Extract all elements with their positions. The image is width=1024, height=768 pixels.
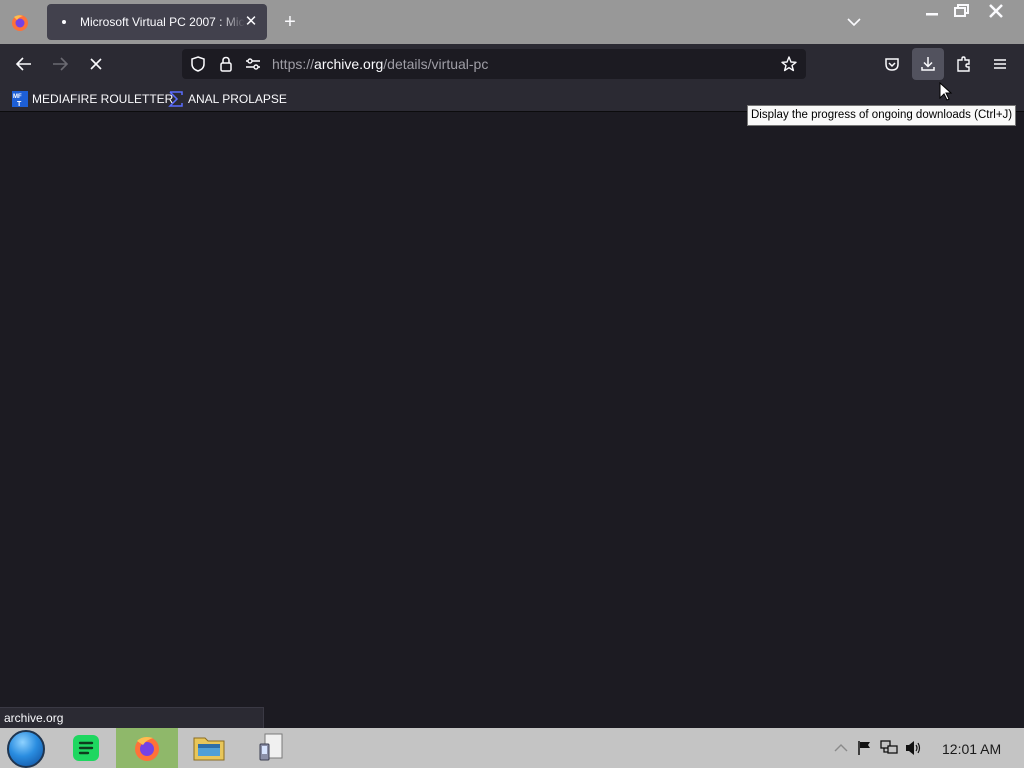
taskbar-spotify[interactable] xyxy=(55,728,117,768)
page-content xyxy=(0,113,1024,707)
start-button[interactable] xyxy=(7,730,45,768)
stop-button[interactable] xyxy=(84,52,108,76)
restore-icon[interactable] xyxy=(952,2,972,20)
tab-active[interactable]: Microsoft Virtual PC 2007 : Microsoft ✕ xyxy=(47,4,267,40)
network-icon[interactable] xyxy=(880,740,898,756)
downloads-button[interactable] xyxy=(912,48,944,80)
mediafire-icon: MF T xyxy=(12,90,28,107)
svg-text:MF: MF xyxy=(13,94,22,100)
bookmark-label: MEDIAFIRE ROULETTER xyxy=(32,91,174,106)
firefox-menu-icon[interactable] xyxy=(9,11,31,33)
forward-button[interactable] xyxy=(48,52,72,76)
pocket-icon xyxy=(885,58,899,71)
taskbar-device[interactable] xyxy=(240,728,302,768)
taskbar-file-manager[interactable] xyxy=(178,728,240,768)
new-tab-button[interactable]: + xyxy=(280,12,300,32)
status-panel: archive.org xyxy=(0,707,264,728)
sigma-icon xyxy=(168,90,183,107)
lock-icon[interactable] xyxy=(217,55,235,73)
loading-dot-icon xyxy=(62,20,66,24)
navigation-toolbar: https://archive.org/details/virtual-pc xyxy=(0,44,1024,85)
chevron-up-icon[interactable] xyxy=(832,740,850,756)
tab-title: Microsoft Virtual PC 2007 : Microsoft xyxy=(80,15,245,29)
bookmark-sigma[interactable]: ANAL PROLAPSE xyxy=(168,89,287,108)
volume-icon[interactable] xyxy=(904,740,922,756)
back-button[interactable] xyxy=(12,52,36,76)
svg-text:T: T xyxy=(17,101,22,107)
app-menu-button[interactable] xyxy=(988,52,1012,76)
permissions-icon[interactable] xyxy=(244,55,262,73)
bookmark-label: ANAL PROLAPSE xyxy=(188,91,287,106)
pocket-button[interactable] xyxy=(880,52,904,76)
bookmark-star-icon[interactable] xyxy=(780,55,798,73)
close-tab-icon[interactable]: ✕ xyxy=(243,14,259,30)
chevron-down-icon[interactable] xyxy=(844,12,864,32)
url-path: /details/virtual-pc xyxy=(383,56,489,72)
arrow-left-icon xyxy=(15,57,31,71)
hamburger-menu-icon xyxy=(994,59,1006,69)
file-manager-icon xyxy=(193,737,225,761)
url-text: https://archive.org/details/virtual-pc xyxy=(272,56,488,72)
taskbar: 12:01 AM xyxy=(0,728,1024,768)
url-bar[interactable]: https://archive.org/details/virtual-pc xyxy=(182,49,806,79)
extensions-button[interactable] xyxy=(952,52,976,76)
close-window-icon[interactable] xyxy=(986,1,1006,21)
stop-x-icon xyxy=(90,58,102,70)
firefox-icon xyxy=(135,737,159,761)
url-scheme: https:// xyxy=(272,56,315,72)
taskbar-firefox[interactable] xyxy=(116,728,178,768)
spotify-icon xyxy=(73,735,99,761)
download-icon xyxy=(921,57,935,71)
tracking-shield-icon[interactable] xyxy=(189,55,207,73)
bookmark-mediafire[interactable]: MF T MEDIAFIRE ROULETTER xyxy=(12,89,173,108)
mouse-cursor-icon xyxy=(939,82,953,101)
minimize-icon[interactable] xyxy=(922,4,942,20)
device-icon xyxy=(259,733,283,761)
url-host: archive.org xyxy=(314,56,384,72)
taskbar-clock[interactable]: 12:01 AM xyxy=(942,741,1001,757)
arrow-right-icon xyxy=(53,57,69,71)
tab-strip: Microsoft Virtual PC 2007 : Microsoft ✕ … xyxy=(0,0,1024,44)
puzzle-piece-icon xyxy=(957,56,970,72)
action-center-flag-icon[interactable] xyxy=(856,740,874,756)
